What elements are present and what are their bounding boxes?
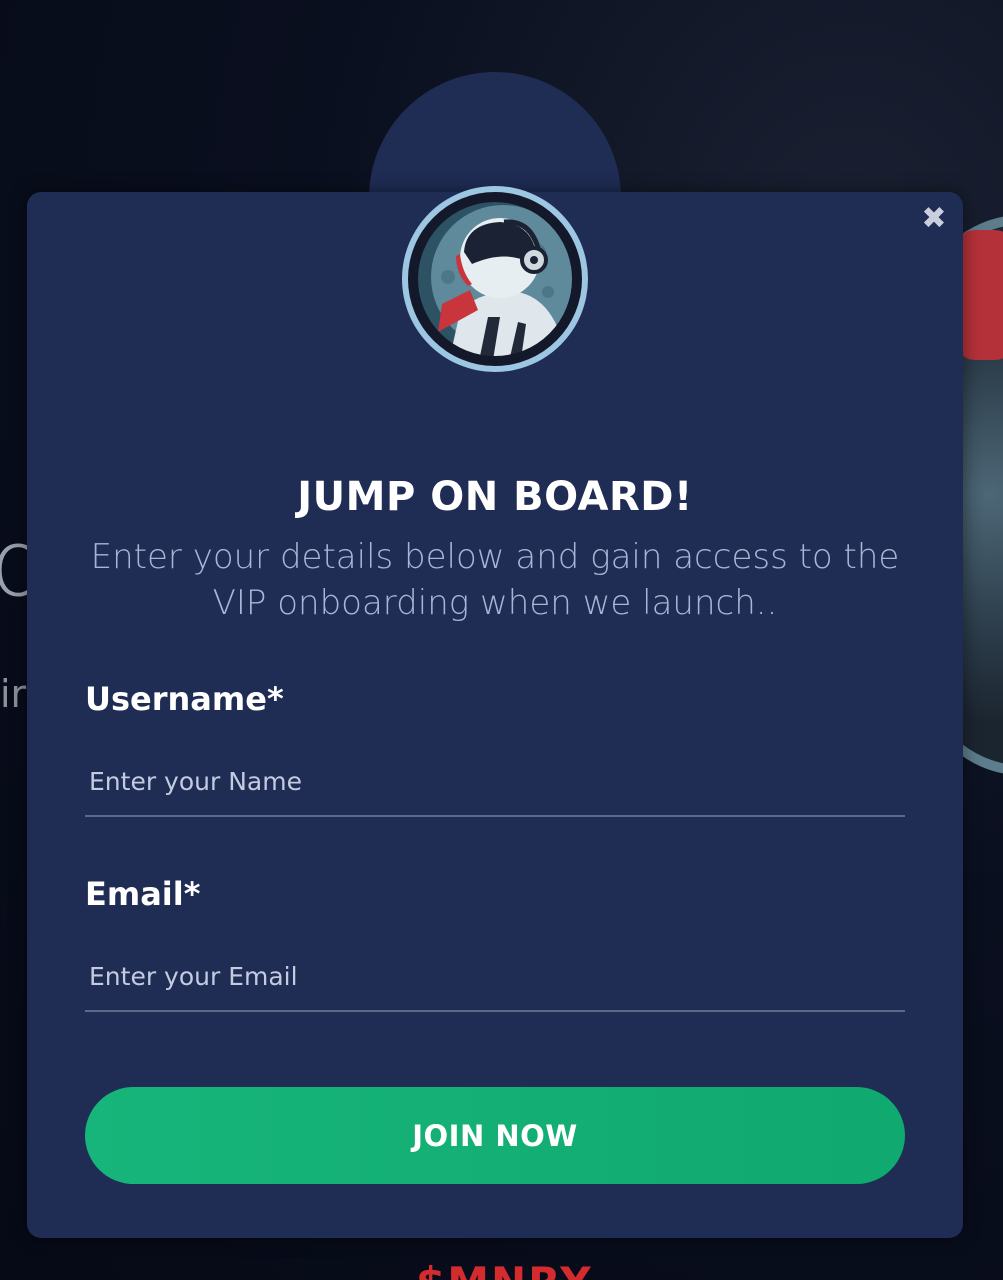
join-now-button[interactable]: JOIN NOW (85, 1087, 905, 1184)
email-label: Email* (85, 875, 201, 913)
modal-subtitle: Enter your details below and gain access… (90, 537, 900, 623)
signup-modal: ✖ JUMP ON BOARD! Enter your details belo… (27, 186, 963, 1238)
email-input[interactable] (85, 942, 905, 1012)
background-subtext-fragment: ir (0, 672, 27, 716)
username-label: Username* (85, 680, 284, 718)
modal-title: JUMP ON BOARD! (297, 474, 693, 520)
astronaut-icon (402, 186, 588, 372)
username-input[interactable] (85, 747, 905, 817)
close-button[interactable]: ✖ (921, 204, 947, 234)
background-ticker-fragment: $MNRY (416, 1258, 593, 1280)
page: os ir $MNRY ✖ (0, 0, 1003, 1280)
